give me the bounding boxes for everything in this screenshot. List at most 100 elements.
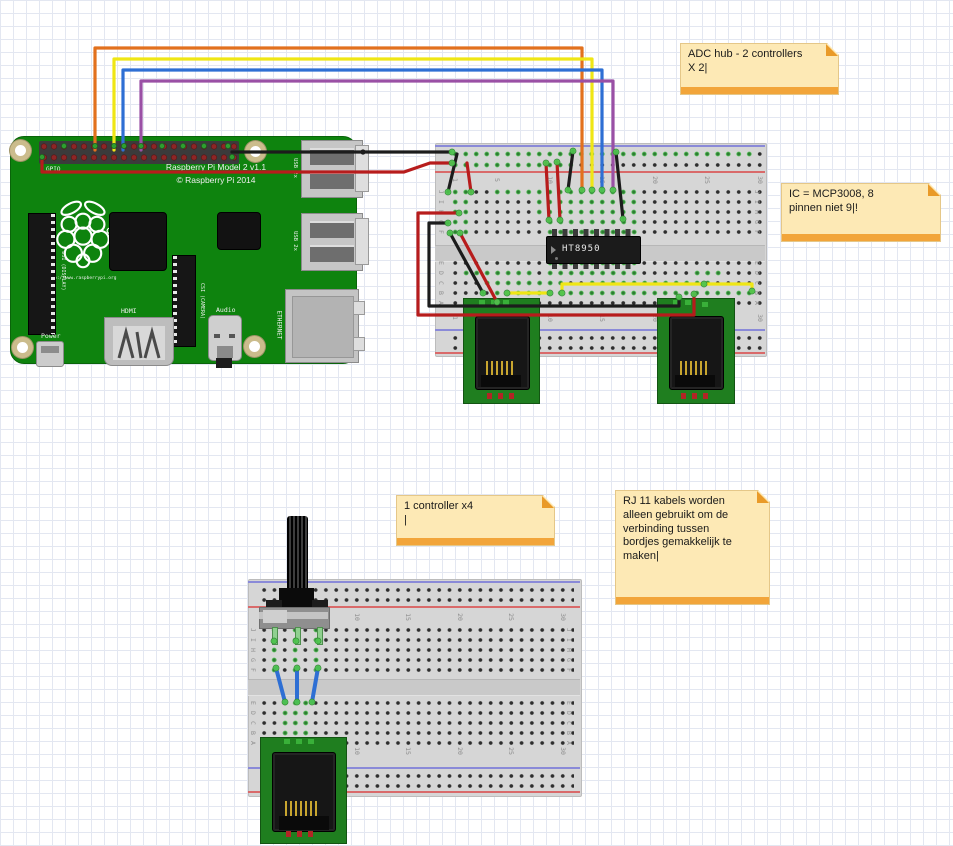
connected-holes [482,278,566,288]
note-fold-corner [826,44,838,56]
sticky-note-rj11[interactable]: RJ 11 kabels worden alleen gebruikt om d… [615,490,770,605]
column-number-label: 1 [452,178,458,182]
potentiometer-leg [295,627,301,645]
raspberry-pi-board[interactable]: GPIO Raspberry Pi Model 2 v1.1 © Raspber… [10,136,357,364]
audio-jack-barrel [216,358,232,368]
potentiometer-shaft [287,516,308,592]
connected-holes [311,645,321,655]
note-resize-bar [681,87,838,94]
ethernet-tab [353,301,365,315]
connected-holes [280,708,311,718]
rj11-connector-3[interactable] [260,737,347,844]
ethernet-label: ETHERNET [276,311,283,340]
potentiometer-leg [272,627,278,645]
connected-holes [534,197,639,207]
connected-holes [587,278,713,288]
row-letter-label: I [754,200,760,204]
mounting-hole [12,337,33,358]
connected-holes [290,655,300,665]
power-rail-blue-line [435,145,765,147]
gpio-header [39,141,239,164]
column-number-label: 15 [599,314,605,322]
note-text: IC = MCP3008, 8 pinnen niet 9|! [789,188,935,216]
audio-label: Audio [216,306,236,314]
column-number-label: 30 [560,747,566,755]
power-rail-red-line [435,171,765,173]
row-letter-label: I [438,200,444,204]
column-number-label: 5 [494,178,500,182]
connected-holes [545,217,640,227]
row-letter-label: B [438,291,444,295]
connected-holes [492,288,755,298]
rj11-gold-pins [680,361,710,375]
connected-holes [450,149,755,159]
connected-holes [269,645,279,655]
row-letter-label: J [250,628,256,632]
ethernet-port [285,289,359,363]
connected-holes [692,268,724,278]
gpio-label: GPIO [46,166,60,173]
rj11-gold-pins [486,361,516,375]
column-number-label: 10 [547,176,553,184]
ic-chip[interactable]: HT8950 [546,236,641,264]
column-number-label: 30 [757,314,763,322]
row-letter-label: H [438,210,444,214]
sticky-note-controller[interactable]: 1 controller x4 | [396,495,555,546]
note-resize-bar [397,538,554,545]
column-number-label: 30 [757,176,763,184]
row-letter-label: D [250,711,256,715]
rj11-connector-2[interactable] [657,298,735,404]
sticky-note-adc-hub[interactable]: ADC hub - 2 controllers X 2| [680,43,839,95]
connected-holes [450,197,471,207]
note-text: RJ 11 kabels worden alleen gebruikt om d… [623,495,764,564]
mounting-hole [244,336,265,357]
row-letter-label: A [566,741,572,745]
connected-holes [269,665,279,675]
power-label: Power [41,332,61,340]
column-number-label: 30 [560,613,566,621]
connected-holes [461,268,535,278]
note-fold-corner [542,496,554,508]
row-letter-label: C [566,721,572,725]
sticky-note-ic-info[interactable]: IC = MCP3008, 8 pinnen niet 9|! [781,183,941,242]
connected-holes [280,698,311,708]
mounting-hole [245,141,266,162]
ethernet-tab [353,337,365,351]
note-resize-bar [616,597,769,604]
row-letter-label: I [250,638,256,642]
note-text: ADC hub - 2 controllers X 2| [688,48,833,76]
fritzing-canvas[interactable]: GPIO Raspberry Pi Model 2 v1.1 © Raspber… [0,0,953,846]
row-letter-label: E [438,261,444,265]
power-port [36,341,64,367]
note-text: 1 controller x4 | [404,500,549,528]
row-letter-label: A [250,741,256,745]
usb-port-stack [301,213,363,271]
row-letter-label: I [566,638,572,642]
column-number-label: 1 [452,316,458,320]
column-number-label: 20 [457,613,463,621]
connected-holes [311,655,321,665]
soc-chip [109,212,167,271]
potentiometer[interactable] [259,516,329,646]
column-number-label: 10 [354,747,360,755]
usb-port-tip [355,218,369,265]
row-letter-label: H [566,648,572,652]
row-letter-label: F [566,668,572,672]
column-number-label: 20 [652,176,658,184]
row-letter-label: F [250,668,256,672]
hdmi-port [104,317,174,366]
rj11-connector-1[interactable] [463,298,540,404]
csi-connector [172,255,196,347]
row-letter-label: J [438,190,444,194]
column-number-label: 15 [405,613,411,621]
pi-url-text: http://www.raspberrypi.org [46,276,116,281]
row-letter-label: A [754,301,760,305]
connected-holes [492,187,639,197]
connected-holes [290,645,300,655]
column-number-label: 25 [508,613,514,621]
connected-holes [290,665,300,675]
row-letter-label: C [250,721,256,725]
row-letter-label: G [754,220,760,224]
row-letter-label: G [566,658,572,662]
ic-notch [551,246,556,254]
